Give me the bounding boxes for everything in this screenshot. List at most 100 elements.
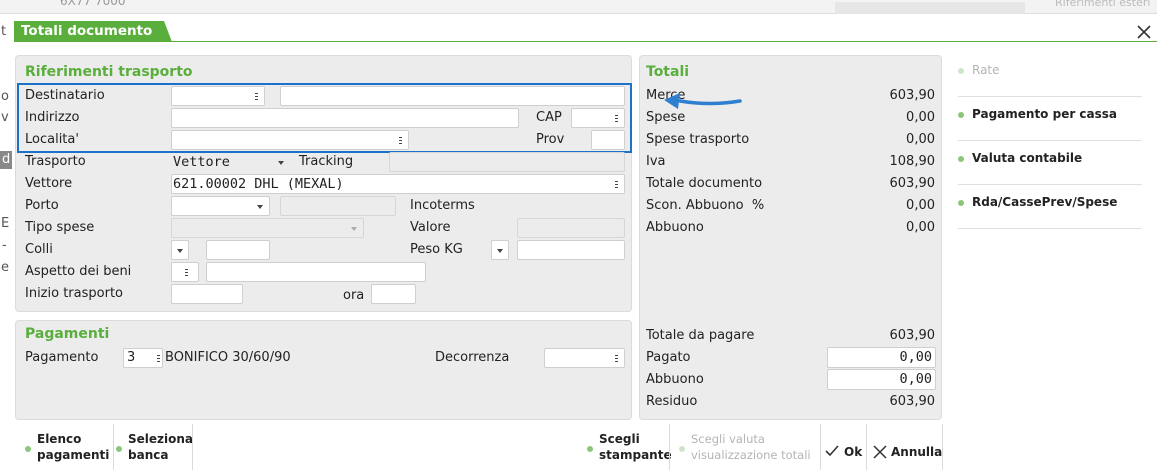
close-icon (873, 445, 887, 463)
pagato-field[interactable]: 0,00 (827, 347, 936, 368)
vettore-value: 621.00002 DHL (MEXAL) (173, 176, 344, 192)
pagamento-code-field[interactable]: 3 (123, 348, 163, 368)
trasporto-select[interactable]: Vettore (171, 152, 291, 172)
totali-value: 108,90 (889, 154, 936, 169)
totale-da-pagare-value: 603,90 (889, 328, 936, 343)
seleziona-banca-button[interactable]: Seleziona banca (116, 424, 196, 474)
ok-label: Ok (844, 445, 863, 459)
abbuono-label: Abbuono (646, 372, 704, 387)
totale-da-pagare-label: Totale da pagare (646, 328, 755, 343)
bullet-icon (587, 446, 593, 452)
label-line: banca (128, 448, 169, 462)
sidebar-item-label: Pagamento per cassa (972, 107, 1118, 121)
chevron-down-icon (351, 227, 357, 231)
porto-select[interactable] (171, 196, 270, 216)
bg-letter: E (1, 216, 10, 231)
ok-button[interactable]: Ok (823, 424, 865, 474)
bullet-icon (958, 68, 964, 74)
menu-icon[interactable] (615, 181, 618, 188)
bg-letter: t (1, 24, 7, 39)
aspetto-code-field[interactable] (171, 262, 199, 282)
inizio-label: Inizio trasporto (25, 286, 123, 301)
bullet-icon (958, 200, 964, 206)
pagamento-desc: BONIFICO 30/60/90 (165, 350, 291, 365)
valore-label: Valore (410, 220, 451, 235)
background-fragment-box (835, 2, 1025, 14)
totali-value: 603,90 (889, 88, 936, 103)
bullet-icon (958, 112, 964, 118)
label-line: Seleziona (128, 432, 194, 446)
bg-letter: e (1, 260, 9, 275)
dialog-title: Totali documento (21, 23, 153, 39)
totali-label: Iva (646, 154, 666, 169)
divider (942, 424, 943, 470)
colli-select[interactable] (171, 240, 189, 260)
ora-field[interactable] (371, 284, 416, 304)
highlight-rectangle (17, 83, 632, 153)
peso-label: Peso KG (410, 242, 463, 257)
colli-field[interactable] (206, 240, 270, 260)
totali-value: 0,00 (906, 132, 935, 147)
trasporto-section-title: Riferimenti trasporto (25, 64, 193, 80)
tipo-spese-select (171, 218, 364, 238)
divider (113, 424, 114, 470)
vettore-field[interactable]: 621.00002 DHL (MEXAL) (171, 174, 625, 194)
annotation-arrow (660, 92, 744, 112)
inizio-date-field[interactable] (171, 284, 243, 304)
divider (866, 424, 867, 470)
totali-label: Spese trasporto (646, 132, 750, 147)
totali-label: Scon. Abbuono % (646, 198, 765, 213)
sidebar-item-rate[interactable]: Rate (958, 53, 1142, 97)
peso-select[interactable] (491, 240, 509, 260)
bg-letter: - (2, 238, 7, 253)
totali-label: Spese (646, 110, 686, 125)
bg-letter: d (2, 152, 11, 167)
label-line: pagamenti (37, 448, 110, 462)
decorrenza-field[interactable] (544, 348, 625, 368)
pagato-label: Pagato (646, 350, 691, 365)
peso-field[interactable] (517, 240, 625, 260)
chevron-down-icon[interactable] (257, 205, 263, 209)
trasporto-value: Vettore (173, 154, 230, 170)
porto-desc-field (280, 196, 396, 216)
button-label: Scegli stampante (599, 431, 672, 463)
divider (820, 424, 821, 470)
tracking-field (389, 152, 625, 172)
totali-value: 603,90 (889, 176, 936, 191)
residuo-label: Residuo (646, 394, 698, 409)
menu-icon[interactable] (185, 269, 188, 276)
sidebar-item-valuta-contabile[interactable]: Valuta contabile (958, 141, 1142, 185)
checkmark-icon (824, 444, 840, 462)
scegli-valuta-button[interactable]: Scegli valuta visualizzazione totali (679, 424, 819, 474)
label-line: visualizzazione totali (691, 448, 811, 462)
totali-value: 0,00 (906, 198, 935, 213)
button-label: Scegli valuta visualizzazione totali (691, 431, 811, 463)
totali-value: 0,00 (906, 110, 935, 125)
bullet-icon (679, 446, 685, 452)
elenco-pagamenti-button[interactable]: Elenco pagamenti (25, 424, 115, 474)
chevron-down-icon[interactable] (177, 249, 183, 253)
menu-icon[interactable] (615, 355, 618, 362)
label-line: Scegli valuta (691, 432, 765, 446)
totali-label: Abbuono (646, 220, 704, 235)
totali-label: Totale documento (646, 176, 763, 191)
close-icon[interactable] (1136, 24, 1152, 40)
bullet-icon (25, 446, 31, 452)
divider (192, 424, 193, 470)
divider (669, 424, 670, 470)
sidebar-item-pagamento-per-cassa[interactable]: Pagamento per cassa (958, 97, 1142, 141)
abbuono-field[interactable]: 0,00 (827, 369, 936, 390)
sidebar-item-rda-casseprev-spese[interactable]: Rda/CassePrev/Spese (958, 185, 1142, 229)
button-label: Seleziona banca (128, 431, 193, 463)
background-fragment-right: Riferimenti esteri (1055, 0, 1151, 9)
annulla-button[interactable]: Annulla (870, 424, 942, 474)
chevron-down-icon[interactable] (278, 161, 284, 165)
scegli-stampante-button[interactable]: Scegli stampante (587, 424, 672, 474)
menu-icon[interactable] (157, 355, 160, 362)
aspetto-desc-field[interactable] (206, 262, 426, 282)
pagamento-code: 3 (127, 350, 136, 365)
chevron-down-icon[interactable] (497, 249, 503, 253)
incoterms-label: Incoterms (410, 198, 475, 213)
label-line: Elenco (37, 432, 82, 446)
colli-label: Colli (25, 242, 53, 257)
